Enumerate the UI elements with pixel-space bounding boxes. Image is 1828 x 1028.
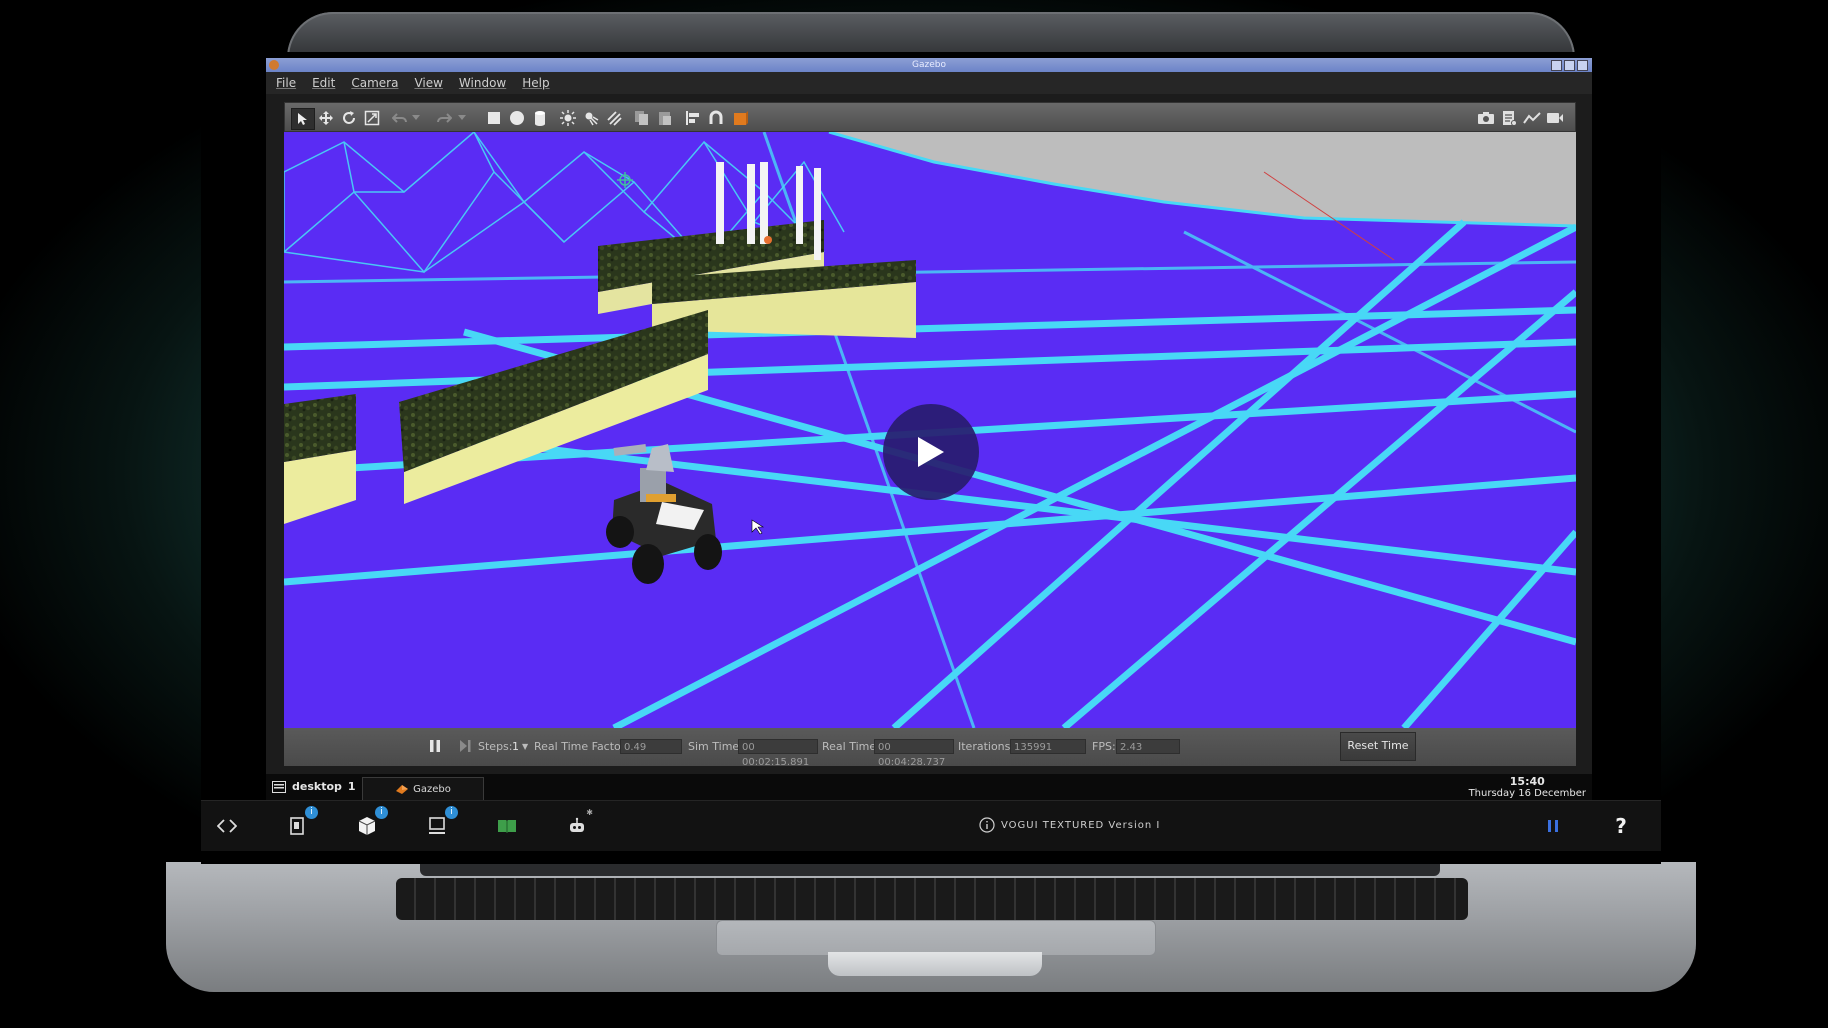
steps-label: Steps: (478, 740, 513, 753)
window-titlebar[interactable]: Gazebo (266, 58, 1592, 72)
cylinder-icon[interactable] (531, 109, 549, 127)
version-info: VOGUI TEXTURED Version I (979, 817, 1160, 833)
maximize-button[interactable] (1564, 60, 1575, 71)
spot-light-icon[interactable] (582, 109, 600, 127)
align-icon[interactable] (684, 109, 702, 127)
real-time-factor-label: Real Time Factor: (534, 740, 629, 753)
lid-notch (828, 952, 1042, 976)
menu-camera[interactable]: Camera (351, 72, 398, 94)
screenshot-icon[interactable] (1477, 109, 1495, 127)
info-badge: i (305, 806, 318, 819)
terminal-icon[interactable]: i (425, 806, 458, 838)
version-text: VOGUI TEXTURED Version I (1001, 819, 1161, 831)
code-brackets-icon[interactable] (215, 814, 239, 838)
laptop-hinge (420, 862, 1440, 876)
fps-field: 2.43 (1116, 739, 1180, 754)
menu-bar: File Edit Camera View Window Help (266, 72, 1592, 94)
plot-icon[interactable] (1523, 109, 1541, 127)
select-arrow-icon[interactable] (291, 108, 315, 130)
play-icon (918, 437, 944, 467)
log-icon[interactable] (1500, 109, 1518, 127)
info-icon (979, 817, 995, 833)
undo-icon[interactable] (391, 109, 409, 127)
bottom-dock: i i i ✱ VOGUI TEXTURED Version I ? (201, 800, 1661, 851)
desktop-number: 1 (347, 780, 356, 793)
keyboard (396, 878, 1468, 920)
menu-edit[interactable]: Edit (312, 72, 335, 94)
video-record-icon[interactable] (1546, 109, 1564, 127)
desktop-label: desktop (292, 780, 342, 793)
close-button[interactable] (1577, 60, 1588, 71)
window-title: Gazebo (912, 60, 946, 70)
scale-icon[interactable] (363, 109, 381, 127)
sim-time-label: Sim Time: (688, 740, 743, 753)
iterations-field: 135991 (1010, 739, 1086, 754)
iterations-label: Iterations: (958, 740, 1015, 753)
play-video-button[interactable] (883, 404, 979, 500)
step-icon (460, 740, 471, 752)
gazebo-app-icon (269, 60, 279, 70)
desktop-icon (272, 780, 286, 793)
help-button[interactable]: ? (1609, 814, 1633, 838)
real-time-factor-field: 0.49 (620, 739, 682, 754)
rotate-icon[interactable] (340, 109, 358, 127)
pause-button[interactable] (428, 738, 442, 757)
box-icon[interactable] (485, 109, 503, 127)
desktop-switcher[interactable]: desktop 1 (272, 780, 356, 793)
window-controls (1551, 60, 1588, 71)
menu-window[interactable]: Window (459, 72, 506, 94)
change-view-icon[interactable] (732, 109, 750, 127)
notebook-icon[interactable]: i (285, 806, 318, 838)
gazebo-icon (396, 785, 409, 794)
steps-value[interactable]: 1 (512, 740, 519, 753)
real-time-label: Real Time: (822, 740, 880, 753)
gazebo-window: Gazebo File Edit Camera View Window Help (266, 58, 1592, 802)
steps-dropdown-icon[interactable]: ▼ (522, 742, 528, 751)
undo-dropdown-icon[interactable] (411, 109, 421, 127)
taskbar-item-label: Gazebo (413, 783, 451, 795)
robot-icon[interactable]: ✱ (565, 808, 593, 838)
cube-icon[interactable]: i (355, 806, 388, 838)
simulation-status-bar: Steps: 1 ▼ Real Time Factor: 0.49 Sim Ti… (284, 728, 1576, 768)
taskbar-item-gazebo[interactable]: Gazebo (362, 777, 484, 801)
paste-icon[interactable] (656, 109, 674, 127)
menu-file[interactable]: File (276, 72, 296, 94)
dock-pause-icon[interactable] (1541, 814, 1565, 838)
desktop-taskbar: desktop 1 Gazebo 15:40 Thursday 16 Decem… (266, 774, 1592, 802)
clock-time: 15:40 (1509, 775, 1545, 788)
real-time-field: 00 00:04:28.737 (874, 739, 954, 768)
step-button[interactable] (458, 738, 472, 757)
clock: 15:40 Thursday 16 December (1469, 776, 1586, 800)
minimize-button[interactable] (1551, 60, 1562, 71)
redo-icon[interactable] (435, 109, 453, 127)
info-badge: i (375, 806, 388, 819)
toolbar (284, 102, 1576, 132)
snap-icon[interactable] (707, 109, 725, 127)
sphere-icon[interactable] (508, 109, 526, 127)
point-light-icon[interactable] (559, 109, 577, 127)
directional-light-icon[interactable] (605, 109, 623, 127)
sim-time-field: 00 00:02:15.891 (738, 739, 818, 768)
trackpad (716, 920, 1156, 956)
book-icon[interactable] (495, 814, 519, 838)
copy-icon[interactable] (633, 109, 651, 127)
translate-icon[interactable] (317, 109, 335, 127)
3d-viewport[interactable] (284, 132, 1576, 728)
menu-view[interactable]: View (414, 72, 442, 94)
reset-time-button[interactable]: Reset Time (1340, 732, 1416, 761)
menu-help[interactable]: Help (522, 72, 549, 94)
clock-date: Thursday 16 December (1468, 788, 1586, 799)
info-badge: i (445, 806, 458, 819)
fps-label: FPS: (1092, 740, 1116, 753)
pause-icon (430, 740, 440, 752)
redo-dropdown-icon[interactable] (457, 109, 467, 127)
sparkle-icon: ✱ (586, 808, 593, 817)
